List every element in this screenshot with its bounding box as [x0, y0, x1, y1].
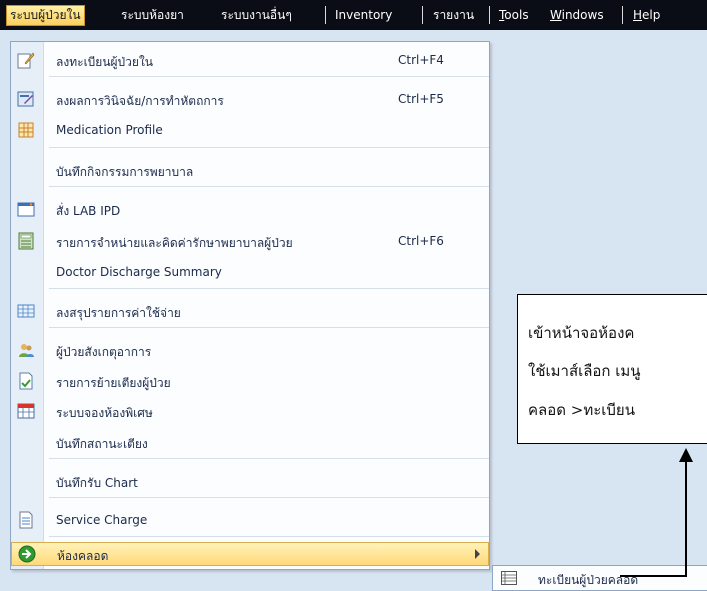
callout-arrowhead-icon [679, 448, 693, 462]
menu-separator [49, 288, 489, 289]
menu-item-label: Medication Profile [56, 123, 163, 137]
menu-item-bed-status[interactable]: บันทึกสถานะเตียง [11, 431, 489, 455]
menu-item-expense-summary[interactable]: ลงสรุปรายการค่าใช้จ่าย [11, 300, 489, 324]
mnemonic-w: W [550, 8, 562, 22]
mnemonic-t: T [499, 8, 505, 22]
menu-item-label: ลงสรุปรายการค่าใช้จ่าย [56, 306, 181, 320]
instruction-callout: เข้าหน้าจอห้องค ใช้เมาส์เลือก เมนู คลอด … [517, 294, 707, 444]
callout-line: เข้าหน้าจอห้องค [528, 324, 635, 342]
menu-separator [49, 147, 489, 148]
ipd-dropdown-menu: ลงทะเบียนผู้ป่วยใน Ctrl+F4 ลงผลการวินิจฉ… [10, 41, 490, 570]
menu-separator [489, 6, 490, 24]
menu-item-label: รายการย้ายเตียงผู้ป่วย [56, 376, 171, 390]
menu-separator [49, 327, 489, 328]
menu-windows[interactable]: Windows [547, 6, 607, 24]
list-icon [501, 571, 517, 585]
callout-arrow-connector [620, 575, 687, 577]
menu-item-label: สั่ง LAB IPD [56, 204, 121, 218]
menu-bar: ระบบผู้ป่วยใน ระบบห้องยา ระบบงานอื่นๆ In… [0, 0, 707, 30]
menu-separator [422, 6, 423, 24]
submenu-item-birth-registry[interactable]: ทะเบียนผู้ป่วยคลอด [538, 571, 638, 590]
submenu-arrow-icon [475, 549, 480, 559]
menu-item-doctor-discharge-summary[interactable]: Doctor Discharge Summary [11, 261, 489, 285]
menu-item-medication-profile[interactable]: Medication Profile [11, 119, 489, 143]
calendar-icon [17, 403, 35, 419]
document-icon [19, 372, 33, 390]
menu-item-lab-ipd[interactable]: สั่ง LAB IPD [11, 198, 489, 222]
menu-separator [325, 6, 326, 24]
callout-arrow-shaft [685, 460, 687, 577]
menu-item-label: ผู้ป่วยสังเกตุอาการ [56, 345, 152, 359]
edit-form-icon [17, 91, 34, 107]
calculator-icon [18, 232, 34, 250]
menu-item-label: ลงทะเบียนผู้ป่วยใน [56, 55, 154, 69]
menu-item-label: บันทึกกิจกรรมการพยาบาล [56, 165, 194, 179]
menu-item-shortcut: Ctrl+F5 [398, 92, 444, 106]
menu-item-service-charge[interactable]: Service Charge [11, 509, 489, 533]
delivery-room-submenu: ทะเบียนผู้ป่วยคลอด [492, 565, 707, 591]
menu-item-discharge-billing[interactable]: รายการจำหน่ายและคิดค่ารักษาพยาบาลผู้ป่วย… [11, 230, 489, 254]
menu-separator [49, 76, 489, 77]
callout-line: ใช้เมาส์เลือก เมนู [528, 362, 641, 380]
menu-item-register-ipd[interactable]: ลงทะเบียนผู้ป่วยใน Ctrl+F4 [11, 49, 489, 73]
menu-item-nursing-activity[interactable]: บันทึกกิจกรรมการพยาบาล [11, 159, 489, 183]
menu-separator [49, 186, 489, 187]
menu-tools[interactable]: Tools [496, 6, 532, 24]
menu-pharmacy-system[interactable]: ระบบห้องยา [118, 6, 187, 24]
menu-help[interactable]: Help [630, 6, 663, 24]
users-icon [19, 344, 34, 357]
menu-other-systems[interactable]: ระบบงานอื่นๆ [218, 6, 295, 24]
menu-separator [49, 497, 489, 498]
green-arrow-icon [18, 545, 36, 563]
menu-item-label: ระบบจองห้องพิเศษ [56, 406, 153, 420]
menu-item-label: บันทึกรับ Chart [56, 476, 138, 490]
menu-item-receive-chart[interactable]: บันทึกรับ Chart [11, 470, 489, 494]
sheet-icon [19, 511, 33, 529]
menu-item-bed-transfer[interactable]: รายการย้ายเตียงผู้ป่วย [11, 370, 489, 394]
menu-item-diagnosis[interactable]: ลงผลการวินิจฉัย/การทำหัตถการ Ctrl+F5 [11, 88, 489, 112]
menu-item-label: Service Charge [56, 513, 148, 527]
mnemonic-h: H [633, 8, 643, 22]
menu-item-shortcut: Ctrl+F6 [398, 234, 444, 248]
callout-line: คลอด >ทะเบียน [528, 401, 635, 419]
menu-item-special-room-booking[interactable]: ระบบจองห้องพิเศษ [11, 400, 489, 424]
pencil-doc-icon [17, 52, 35, 69]
window-icon [17, 202, 35, 217]
menu-item-label: Doctor Discharge Summary [56, 265, 222, 279]
table-icon [17, 304, 35, 318]
menu-item-shortcut: Ctrl+F4 [398, 53, 444, 67]
menu-item-observation-patients[interactable]: ผู้ป่วยสังเกตุอาการ [11, 339, 489, 363]
menu-separator [49, 536, 489, 537]
menu-ipd-system[interactable]: ระบบผู้ป่วยใน [6, 5, 85, 26]
menu-item-delivery-room[interactable]: ห้องคลอด [11, 542, 489, 566]
menu-item-label: ลงผลการวินิจฉัย/การทำหัตถการ [56, 94, 224, 108]
menu-item-label: ห้องคลอด [57, 549, 109, 563]
menu-item-label: รายการจำหน่ายและคิดค่ารักษาพยาบาลผู้ป่วย [56, 236, 293, 250]
menu-separator [49, 458, 489, 459]
grid-calendar-icon [18, 122, 34, 138]
menu-reports[interactable]: รายงาน [430, 6, 477, 24]
menu-inventory[interactable]: Inventory [332, 6, 395, 24]
menu-item-label: บันทึกสถานะเตียง [56, 437, 148, 451]
menu-separator [622, 6, 623, 24]
